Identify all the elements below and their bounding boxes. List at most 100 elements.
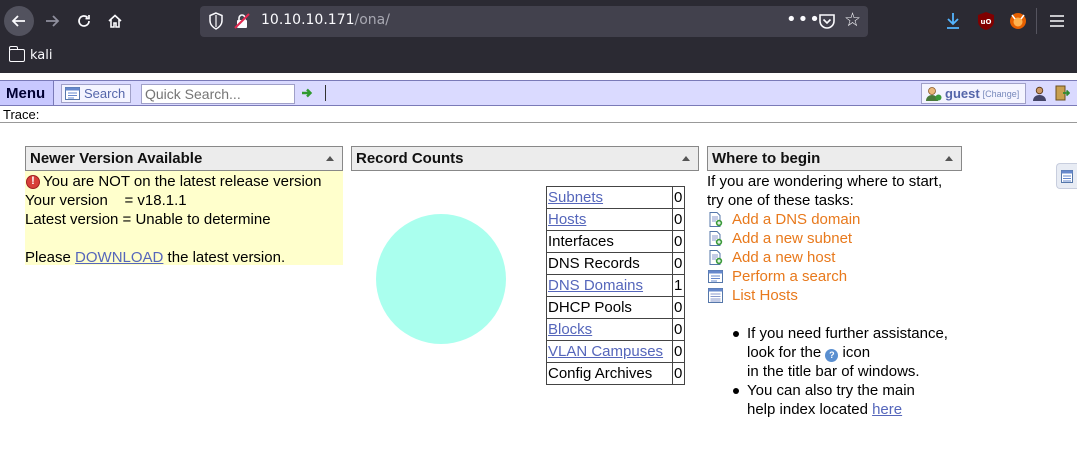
record-counts-rows: Subnets 0 Hosts 0 Interfaces 0 DNS Records 0 DNS… xyxy=(546,186,685,385)
version-spacer xyxy=(25,229,343,248)
logout-door-icon[interactable] xyxy=(1055,85,1070,101)
user-admin-icon[interactable] xyxy=(1032,86,1047,101)
url-bar[interactable]: 10.10.10.171/ona/ ••• ☆ xyxy=(200,6,868,37)
bookmark-star-icon[interactable]: ☆ xyxy=(844,9,861,31)
record-type-label[interactable]: Subnets xyxy=(548,189,603,206)
download-arrow-icon xyxy=(947,13,959,29)
user-name: guest xyxy=(945,86,980,101)
task-item[interactable]: List Hosts xyxy=(708,286,962,305)
bookmark-folder-kali[interactable]: kali xyxy=(8,46,53,63)
ona-menu-bar: Menu Search guest [Change] xyxy=(0,80,1077,106)
url-path: /ona/ xyxy=(354,12,390,28)
record-type-cell[interactable]: DNS Domains xyxy=(546,274,673,297)
help-index-link[interactable]: here xyxy=(872,401,902,418)
insecure-lock-icon[interactable] xyxy=(234,13,250,29)
where-to-begin-header[interactable]: Where to begin xyxy=(707,146,962,171)
table-row: Subnets 0 xyxy=(546,186,685,209)
forward-arrow-icon xyxy=(46,15,60,27)
record-type-cell: Interfaces xyxy=(546,230,673,253)
record-type-cell[interactable]: Subnets xyxy=(546,186,673,209)
menu-button[interactable]: Menu xyxy=(0,81,54,105)
record-type-label[interactable]: Hosts xyxy=(548,211,586,228)
user-login-box[interactable]: guest [Change] xyxy=(921,83,1026,104)
record-type-label[interactable]: DNS Domains xyxy=(548,277,643,294)
version-panel-header[interactable]: Newer Version Available xyxy=(25,146,343,171)
bookmarks-toolbar: kali xyxy=(0,44,1077,73)
task-label[interactable]: Add a new subnet xyxy=(732,229,852,248)
extension-fox-icon[interactable] xyxy=(1007,10,1029,32)
task-item[interactable]: Add a DNS domain xyxy=(708,210,962,229)
search-button[interactable]: Search xyxy=(61,84,131,103)
browser-navbar: 10.10.10.171/ona/ ••• ☆ uO xyxy=(0,0,1077,44)
trace-bar: Trace: xyxy=(0,107,1077,123)
hamburger-menu-icon[interactable] xyxy=(1046,10,1068,32)
record-counts-pie-chart xyxy=(376,214,506,344)
collapse-triangle-icon[interactable] xyxy=(945,156,953,161)
bookmark-label: kali xyxy=(30,48,53,63)
ublock-origin-icon[interactable]: uO xyxy=(975,10,997,32)
record-type-label[interactable]: VLAN Campuses xyxy=(548,343,663,360)
search-form-icon xyxy=(65,87,80,100)
help-1b-prefix: look for the xyxy=(747,344,826,361)
table-row: Config Archives 0 xyxy=(546,362,685,385)
download-link[interactable]: DOWNLOAD xyxy=(75,249,163,266)
home-button[interactable] xyxy=(101,7,129,35)
record-type-label: Interfaces xyxy=(548,233,614,250)
table-row: VLAN Campuses 0 xyxy=(546,340,685,363)
search-form-icon xyxy=(708,269,723,284)
record-type-cell[interactable]: VLAN Campuses xyxy=(546,340,673,363)
side-panel-tab[interactable] xyxy=(1056,163,1077,189)
help-2b: help index located here xyxy=(747,400,962,419)
help-1b: look for the ? icon xyxy=(747,343,962,362)
help-2b-prefix: help index located xyxy=(747,401,873,418)
reload-button[interactable] xyxy=(70,7,98,35)
record-type-label[interactable]: Blocks xyxy=(548,321,592,338)
record-count-value: 0 xyxy=(672,296,685,319)
record-count-value: 1 xyxy=(672,274,685,297)
record-type-label: DNS Records xyxy=(548,255,640,272)
record-type-cell[interactable]: Hosts xyxy=(546,208,673,231)
quick-search-input[interactable] xyxy=(141,84,295,104)
tracking-shield-icon[interactable] xyxy=(208,12,224,30)
help-item-index: You can also try the main help index loc… xyxy=(733,381,962,419)
record-type-cell: DHCP Pools xyxy=(546,296,673,319)
task-label[interactable]: Add a new host xyxy=(732,248,835,267)
url-text[interactable]: 10.10.10.171/ona/ xyxy=(261,12,390,28)
folder-icon xyxy=(8,46,25,62)
forward-button[interactable] xyxy=(38,7,66,35)
menubar-divider xyxy=(325,85,326,101)
task-label[interactable]: Perform a search xyxy=(732,267,847,286)
table-row: DNS Domains 1 xyxy=(546,274,685,297)
collapse-triangle-icon[interactable] xyxy=(682,156,690,161)
task-item[interactable]: Perform a search xyxy=(708,267,962,286)
task-label[interactable]: Add a DNS domain xyxy=(732,210,860,229)
task-item[interactable]: Add a new host xyxy=(708,248,962,267)
record-type-cell[interactable]: Blocks xyxy=(546,318,673,341)
record-count-value: 0 xyxy=(672,186,685,209)
table-row: Hosts 0 xyxy=(546,208,685,231)
side-list-icon xyxy=(1061,169,1073,183)
back-arrow-icon xyxy=(11,15,25,27)
record-count-value: 0 xyxy=(672,230,685,253)
go-arrow-icon[interactable] xyxy=(300,86,314,100)
record-count-value: 0 xyxy=(672,252,685,275)
pocket-icon[interactable] xyxy=(818,12,836,30)
page-actions-more-icon[interactable]: ••• xyxy=(786,9,821,30)
search-button-label: Search xyxy=(84,86,126,101)
warning-icon: ! xyxy=(26,174,40,189)
task-item[interactable]: Add a new subnet xyxy=(708,229,962,248)
where-to-begin-body: If you are wondering where to start, try… xyxy=(707,171,962,419)
help-1c: in the title bar of windows. xyxy=(747,363,920,380)
downloads-icon[interactable] xyxy=(942,10,964,32)
collapse-triangle-icon[interactable] xyxy=(326,156,334,161)
version-panel: Newer Version Available ! You are NOT on… xyxy=(25,146,343,266)
record-counts-header[interactable]: Record Counts xyxy=(351,146,699,171)
task-label[interactable]: List Hosts xyxy=(732,286,798,305)
version-panel-body: ! You are NOT on the latest release vers… xyxy=(25,171,343,266)
record-count-value: 0 xyxy=(672,318,685,341)
begin-intro-1: If you are wondering where to start, xyxy=(707,173,943,190)
help-1a: If you need further assistance, xyxy=(747,325,948,342)
back-button[interactable] xyxy=(4,6,34,36)
help-question-icon: ? xyxy=(825,349,839,362)
change-user-link[interactable]: [Change] xyxy=(983,89,1020,99)
